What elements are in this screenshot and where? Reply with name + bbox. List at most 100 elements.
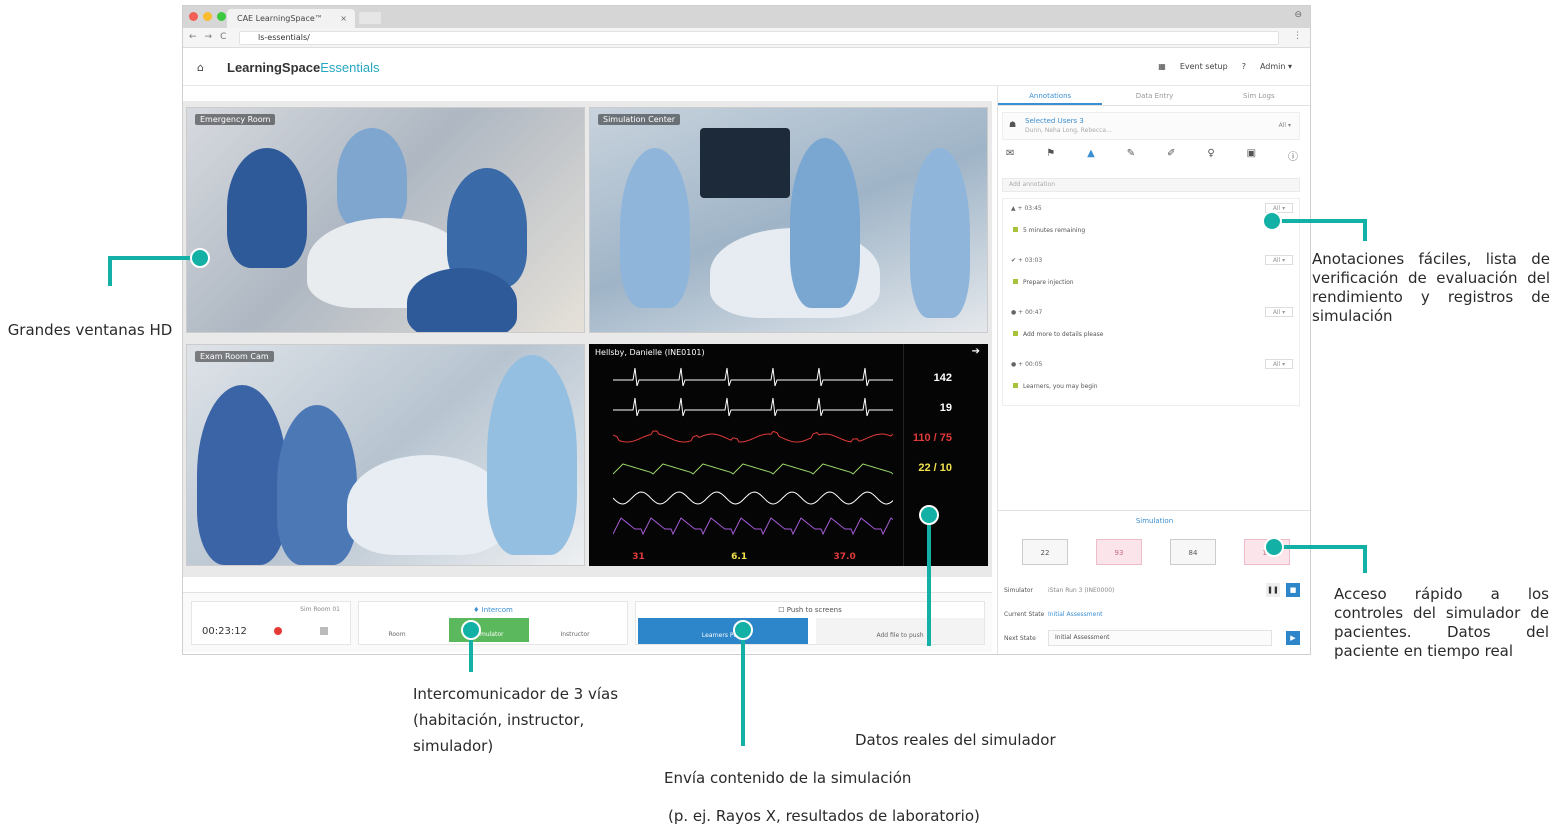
event-setup-button[interactable]: Event setup xyxy=(1180,62,1228,71)
vital-rr: 19 xyxy=(939,402,952,414)
record-icon[interactable] xyxy=(274,627,282,635)
vital-tile[interactable]: 84 xyxy=(1170,539,1216,565)
annotation-search-input[interactable]: Add annotation xyxy=(1002,178,1300,192)
push-to-learners-button[interactable]: Learners Push xyxy=(638,618,808,644)
url-input[interactable]: ls-essentials/ xyxy=(239,31,1279,45)
address-bar: ← → C ls-essentials/ ⋮ xyxy=(183,28,1310,48)
tab-sim-logs[interactable]: Sim Logs xyxy=(1207,86,1310,105)
intercom-instructor-button[interactable]: Instructor xyxy=(545,618,605,642)
pencil-icon[interactable]: ✎ xyxy=(1127,148,1135,163)
co2-trace xyxy=(613,517,893,536)
edit-icon[interactable]: ✐ xyxy=(1167,148,1175,163)
annotation-text: Learners, you may begin xyxy=(1013,383,1098,390)
new-tab-button[interactable] xyxy=(359,12,381,24)
next-state-go-icon[interactable]: ▶ xyxy=(1286,631,1300,645)
callout-push-examples: (p. ej. Rayos X, resultados de laborator… xyxy=(668,807,980,825)
users-dropdown[interactable]: All ▾ xyxy=(1279,122,1291,129)
intercom-room-button[interactable]: Room xyxy=(367,618,427,642)
person-icon[interactable]: ♀ xyxy=(1207,148,1214,163)
pleth-trace xyxy=(613,491,893,505)
grid-icon[interactable]: ▦ xyxy=(1158,62,1166,71)
vital-etco2: 31 xyxy=(632,552,645,562)
selected-users[interactable]: ☗ Selected Users 3 Dunn, Neha Long, Rebe… xyxy=(1002,112,1300,140)
stop-icon[interactable] xyxy=(320,627,328,635)
monitor-patient-name: Hellsby, Danielle (INE0101) xyxy=(595,348,705,357)
annotation-dropdown[interactable]: All ▾ xyxy=(1265,359,1293,369)
right-panel: Annotations Data Entry Sim Logs ☗ Select… xyxy=(997,86,1310,654)
pause-icon[interactable]: ❚❚ xyxy=(1266,583,1280,597)
camera-icon[interactable]: ▣ xyxy=(1247,148,1256,163)
info-icon[interactable]: ⓘ xyxy=(1288,148,1298,163)
next-state-row: Next State Initial Assessment ▶ xyxy=(1004,629,1304,649)
video-emergency-room[interactable]: Emergency Room xyxy=(186,107,585,333)
minimize-window-icon[interactable] xyxy=(203,12,212,21)
home-icon[interactable]: ⌂ xyxy=(197,61,204,74)
vital-temp: 37.0 xyxy=(833,552,856,562)
browser-menu-icon[interactable]: ⋮ xyxy=(1293,31,1302,41)
annotation-item[interactable]: ✔ + 03:03 All ▾ Prepare injection xyxy=(1003,251,1299,303)
reload-icon[interactable]: C xyxy=(220,32,226,42)
callout-simulator-controls: Acceso rápido a los controles del simula… xyxy=(1334,585,1549,660)
maximize-window-icon[interactable] xyxy=(217,12,226,21)
vital-tile[interactable]: 93 xyxy=(1096,539,1142,565)
annotation-time: ✔ + 03:03 xyxy=(1011,257,1043,264)
current-state-value: Initial Assessment xyxy=(1048,611,1103,618)
annotation-item[interactable]: ● + 00:05 All ▾ Learners, you may begin xyxy=(1003,355,1299,407)
video-exam-room[interactable]: Exam Room Cam xyxy=(186,344,585,566)
stop-simulation-icon[interactable]: ■ xyxy=(1286,583,1300,597)
annotation-item[interactable]: ▲ + 03:45 All ▾ 5 minutes remaining xyxy=(1003,199,1299,251)
brand-main: LearningSpace xyxy=(227,60,321,75)
current-state-row: Current State Initial Assessment xyxy=(1004,605,1304,625)
vital-tile[interactable]: 22 xyxy=(1022,539,1068,565)
app-logo[interactable]: LearningSpaceEssentials xyxy=(227,60,379,75)
close-window-icon[interactable] xyxy=(189,12,198,21)
control-bar: Sim Room 01 00:23:12 ♦ Intercom Room Sim… xyxy=(183,592,992,652)
annotation-time: ▲ + 03:45 xyxy=(1011,205,1042,212)
annotation-dropdown[interactable]: All ▾ xyxy=(1265,255,1293,265)
callout-line xyxy=(108,258,112,286)
next-state-select[interactable]: Initial Assessment xyxy=(1048,630,1272,646)
annotation-dropdown[interactable]: All ▾ xyxy=(1265,307,1293,317)
header-actions: ▦ Event setup ? Admin ▾ xyxy=(1158,62,1292,71)
annotation-item[interactable]: ● + 00:47 All ▾ Add more to details plea… xyxy=(1003,303,1299,355)
warning-icon[interactable]: ▲ xyxy=(1087,148,1095,163)
browser-tab[interactable]: CAE LearningSpace™ × xyxy=(227,9,355,28)
callout-line xyxy=(1272,545,1367,549)
back-icon[interactable]: ← xyxy=(189,32,197,42)
annotation-tools: ✉ ⚑ ▲ ✎ ✐ ♀ ▣ ⓘ xyxy=(1006,148,1298,163)
tab-annotations[interactable]: Annotations xyxy=(998,86,1103,105)
video-scene xyxy=(590,108,987,332)
callout-marker xyxy=(733,620,753,640)
simulator-row: Simulator iStan Run 3 (INE0000) ❚❚ ■ xyxy=(1004,581,1304,601)
intercom-panel: ♦ Intercom Room Simulator Instructor xyxy=(358,601,628,645)
simulation-section: Simulation 22 93 84 14 Simulator iStan R… xyxy=(998,510,1310,654)
add-file-to-push-button[interactable]: Add file to push xyxy=(816,618,984,644)
arterial-trace xyxy=(613,430,893,443)
recording-panel: Sim Room 01 00:23:12 xyxy=(191,601,351,645)
video-simulation-center[interactable]: Simulation Center xyxy=(589,107,988,333)
tab-close-icon[interactable]: × xyxy=(340,9,347,28)
selected-users-label: Selected Users xyxy=(1025,117,1078,125)
annotation-text: Add more to details please xyxy=(1013,331,1103,338)
callout-intercom: Intercomunicador de 3 vías (habitación, … xyxy=(413,685,619,755)
vital-pap: 22 / 10 xyxy=(918,462,952,474)
browser-tab-title: CAE LearningSpace™ xyxy=(237,14,323,23)
comment-icon[interactable]: ✉ xyxy=(1006,148,1014,163)
vital-co: 6.1 xyxy=(731,552,748,562)
annotation-time: ● + 00:47 xyxy=(1011,309,1043,316)
callout-line xyxy=(1272,219,1367,223)
user-menu[interactable]: Admin ▾ xyxy=(1260,62,1292,71)
help-icon[interactable]: ? xyxy=(1242,62,1246,71)
annotation-list: ▲ + 03:45 All ▾ 5 minutes remaining ✔ + … xyxy=(1002,198,1300,406)
tab-data-entry[interactable]: Data Entry xyxy=(1102,86,1206,105)
video-scene xyxy=(187,345,584,565)
callout-line xyxy=(927,520,931,646)
selected-users-count: 3 xyxy=(1079,117,1084,125)
nav-icons: ← → C xyxy=(189,32,226,42)
flag-icon[interactable]: ⚑ xyxy=(1046,148,1055,163)
push-title: ☐ Push to screens xyxy=(778,606,842,614)
ecg-trace-2 xyxy=(613,397,893,417)
forward-icon[interactable]: → xyxy=(205,32,213,42)
window-control-icon[interactable]: ⊖ xyxy=(1294,10,1302,20)
app-header: ⌂ LearningSpaceEssentials ▦ Event setup … xyxy=(183,49,1310,86)
